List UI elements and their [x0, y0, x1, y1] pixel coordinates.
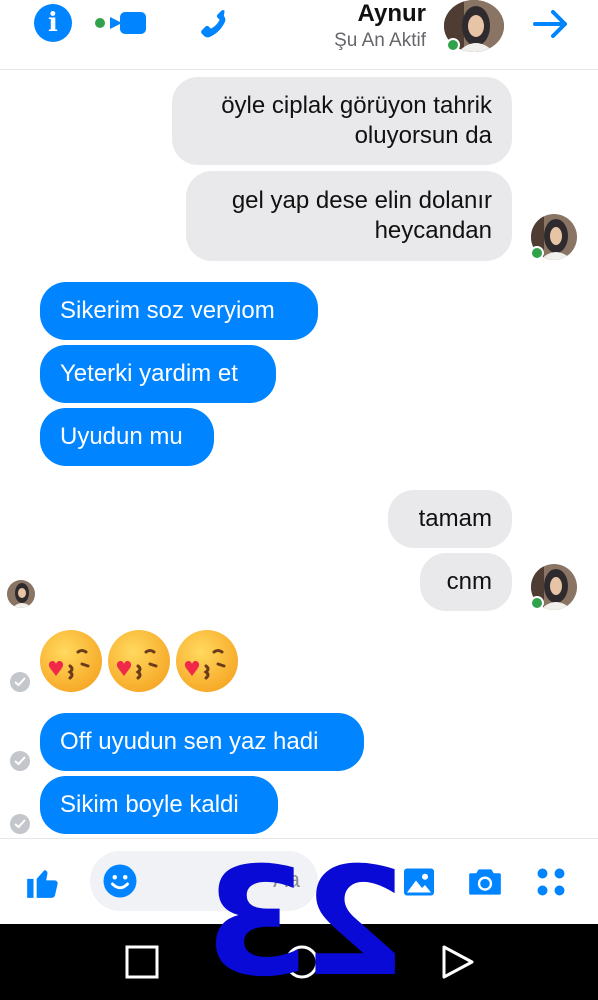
- sender-avatar[interactable]: [530, 564, 578, 610]
- kissing-heart-emoji: [40, 630, 102, 692]
- phone-icon[interactable]: [192, 4, 232, 44]
- chat-header: i Aynur Şu An Aktif: [0, 0, 598, 70]
- sent-check-icon: [10, 814, 30, 834]
- message-line: oluyorsun da: [354, 122, 492, 149]
- contact-avatar[interactable]: [444, 0, 504, 52]
- sent-check-icon: [10, 751, 30, 771]
- message-bubble[interactable]: cnm: [420, 553, 512, 611]
- kissing-heart-emoji: [108, 630, 170, 692]
- back-icon[interactable]: [438, 942, 478, 982]
- recent-apps-icon[interactable]: [122, 942, 162, 982]
- arrow-icon[interactable]: [530, 4, 572, 44]
- camera-icon[interactable]: [464, 861, 506, 903]
- message-text: Uyudun mu: [60, 423, 183, 450]
- video-call-icon[interactable]: [92, 8, 154, 38]
- message-text: tamam: [418, 505, 492, 532]
- message-bubble[interactable]: Yeterki yardim et: [40, 345, 276, 403]
- chat-screen: i Aynur Şu An Aktif öyle ciplak görüyon …: [0, 0, 598, 1000]
- emoji-message[interactable]: [40, 630, 238, 692]
- kissing-heart-emoji: [176, 630, 238, 692]
- online-indicator: [446, 38, 460, 52]
- sender-avatar[interactable]: [530, 214, 578, 260]
- message-bubble[interactable]: Off uyudun sen yaz hadi: [40, 713, 364, 771]
- info-icon[interactable]: i: [34, 4, 72, 42]
- message-bubble[interactable]: tamam: [388, 490, 512, 548]
- message-text: Sikim boyle kaldi: [60, 791, 239, 818]
- message-text: Off uyudun sen yaz hadi: [60, 728, 319, 755]
- emoji-icon[interactable]: [100, 861, 140, 901]
- message-bubble[interactable]: Sikim boyle kaldi: [40, 776, 278, 834]
- online-indicator: [530, 246, 544, 260]
- message-bubble[interactable]: gel yap desе elin dolanır heycandan: [186, 171, 512, 261]
- message-text: cnm: [446, 568, 492, 595]
- contact-name[interactable]: Aynur: [358, 0, 426, 28]
- message-bubble[interactable]: öyle ciplak görüyon tahrik oluyorsun da: [172, 77, 512, 165]
- sent-check-icon: [10, 672, 30, 692]
- message-line: gel yap desе elin dolanır: [231, 187, 492, 214]
- overlay-number: 23: [210, 836, 407, 1000]
- message-bubble[interactable]: Uyudun mu: [40, 408, 214, 466]
- message-bubble[interactable]: Sikerim soz veryiom: [40, 282, 318, 340]
- read-receipt-avatar: [7, 580, 35, 608]
- message-line: öyle ciplak görüyon tahrik: [221, 92, 492, 119]
- message-line: heycandan: [374, 217, 492, 244]
- like-icon[interactable]: [22, 861, 64, 903]
- message-text: Sikerim soz veryiom: [60, 297, 275, 324]
- apps-icon[interactable]: [530, 861, 572, 903]
- message-text: Yeterki yardim et: [60, 360, 238, 387]
- contact-status: Şu An Aktif: [334, 30, 426, 51]
- online-indicator: [530, 596, 544, 610]
